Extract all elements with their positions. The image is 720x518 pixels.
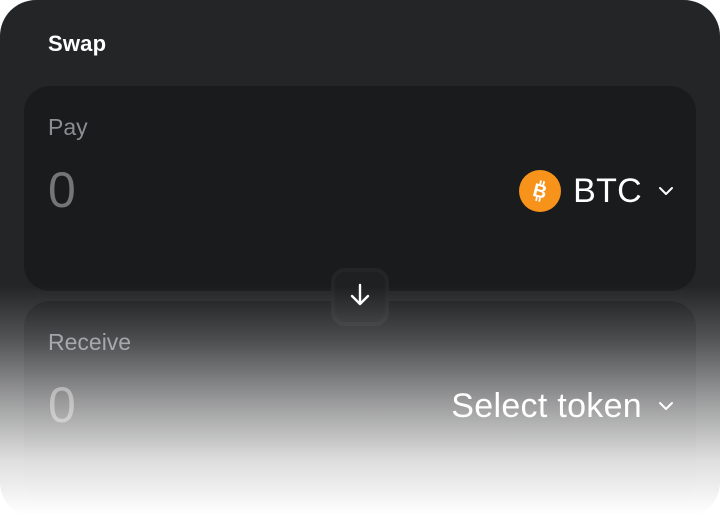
receive-token-selector[interactable]: Select token	[451, 383, 674, 429]
receive-amount-input[interactable]	[44, 375, 332, 435]
pay-amount-input[interactable]	[44, 160, 332, 220]
pay-panel: Pay B BTC	[24, 86, 696, 291]
pay-label: Pay	[48, 114, 88, 140]
pay-token-selector[interactable]: B BTC	[519, 168, 674, 214]
switch-direction-button[interactable]	[331, 268, 389, 326]
chevron-down-icon	[658, 186, 674, 196]
swap-widget: Swap Pay B BTC	[0, 0, 720, 518]
pay-token-symbol: BTC	[573, 171, 642, 210]
receive-panel: Receive Select token	[24, 301, 696, 506]
receive-label: Receive	[48, 329, 132, 355]
arrow-down-icon	[348, 282, 372, 313]
swap-title: Swap	[48, 31, 107, 56]
select-token-label: Select token	[451, 386, 642, 425]
chevron-down-icon	[658, 401, 674, 411]
bitcoin-icon: B	[519, 170, 562, 212]
